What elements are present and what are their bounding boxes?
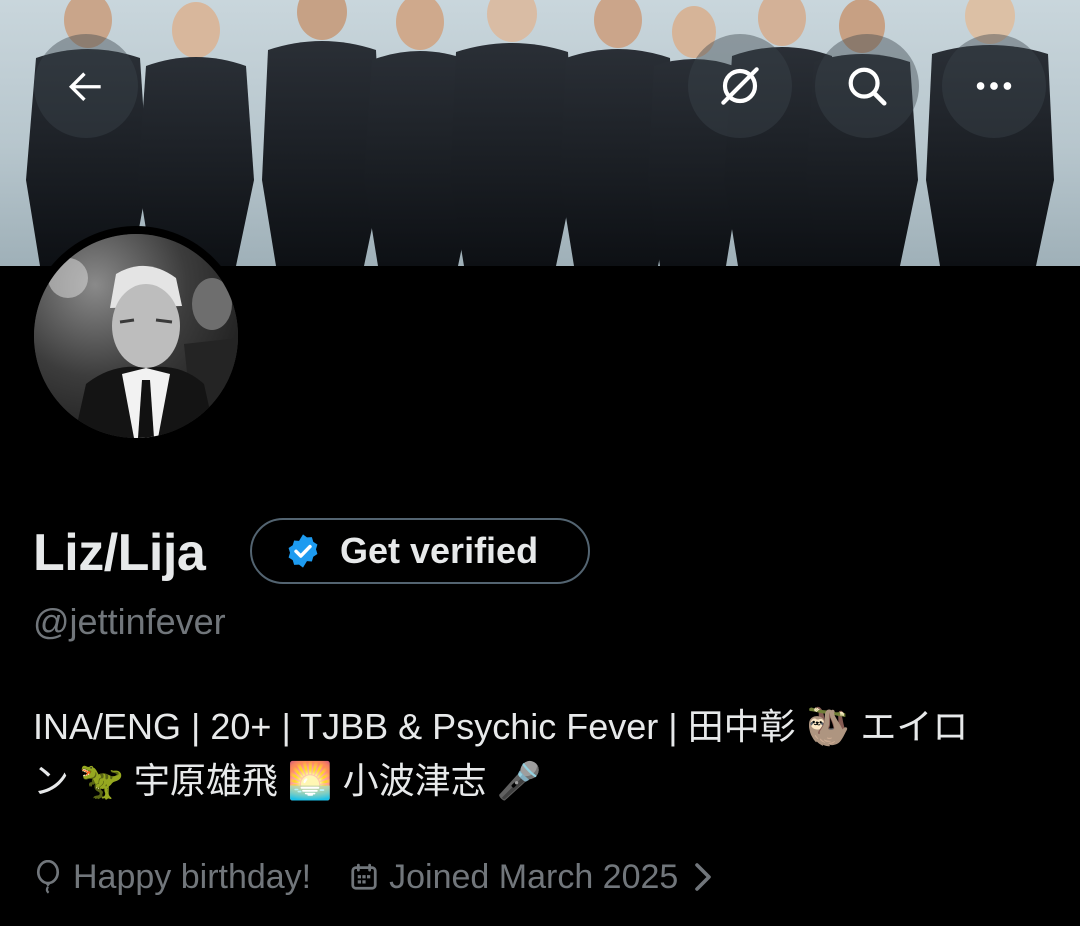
banner-group-photo	[26, 0, 1054, 266]
calendar-icon	[351, 863, 377, 890]
balloon-icon	[36, 860, 60, 894]
birthday-text: Happy birthday!	[73, 857, 312, 896]
translate-button[interactable]	[688, 34, 792, 138]
translate-slash-icon	[721, 67, 759, 105]
header-banner[interactable]	[0, 0, 1080, 266]
joined-date-link[interactable]: Joined March 2025	[349, 858, 712, 897]
verified-badge-icon	[288, 534, 318, 568]
profile-meta: Happy birthday! Joined March 2025	[33, 854, 712, 900]
avatar[interactable]	[26, 226, 246, 446]
arrow-left-icon	[68, 72, 101, 102]
user-handle: @jettinfever	[33, 601, 226, 642]
joined-text: Joined March 2025	[389, 857, 679, 896]
search-icon	[848, 67, 887, 106]
get-verified-label: Get verified	[340, 530, 539, 571]
avatar-photo	[34, 234, 238, 438]
bio: INA/ENG | 20+ | TJBB & Psychic Fever | 田…	[33, 700, 1043, 808]
more-horizontal-icon	[976, 82, 1012, 90]
bio-line-2: ン 🦖 宇原雄飛 🌅 小波津志 🎤	[33, 760, 542, 801]
search-button[interactable]	[815, 34, 919, 138]
birthday-item: Happy birthday!	[33, 858, 311, 897]
more-button[interactable]	[942, 34, 1046, 138]
back-button[interactable]	[34, 34, 138, 138]
bio-line-1: INA/ENG | 20+ | TJBB & Psychic Fever | 田…	[33, 706, 969, 747]
chevron-right-icon	[695, 863, 712, 891]
display-name: Liz/Lija	[33, 524, 206, 582]
get-verified-button[interactable]: Get verified	[250, 518, 590, 584]
